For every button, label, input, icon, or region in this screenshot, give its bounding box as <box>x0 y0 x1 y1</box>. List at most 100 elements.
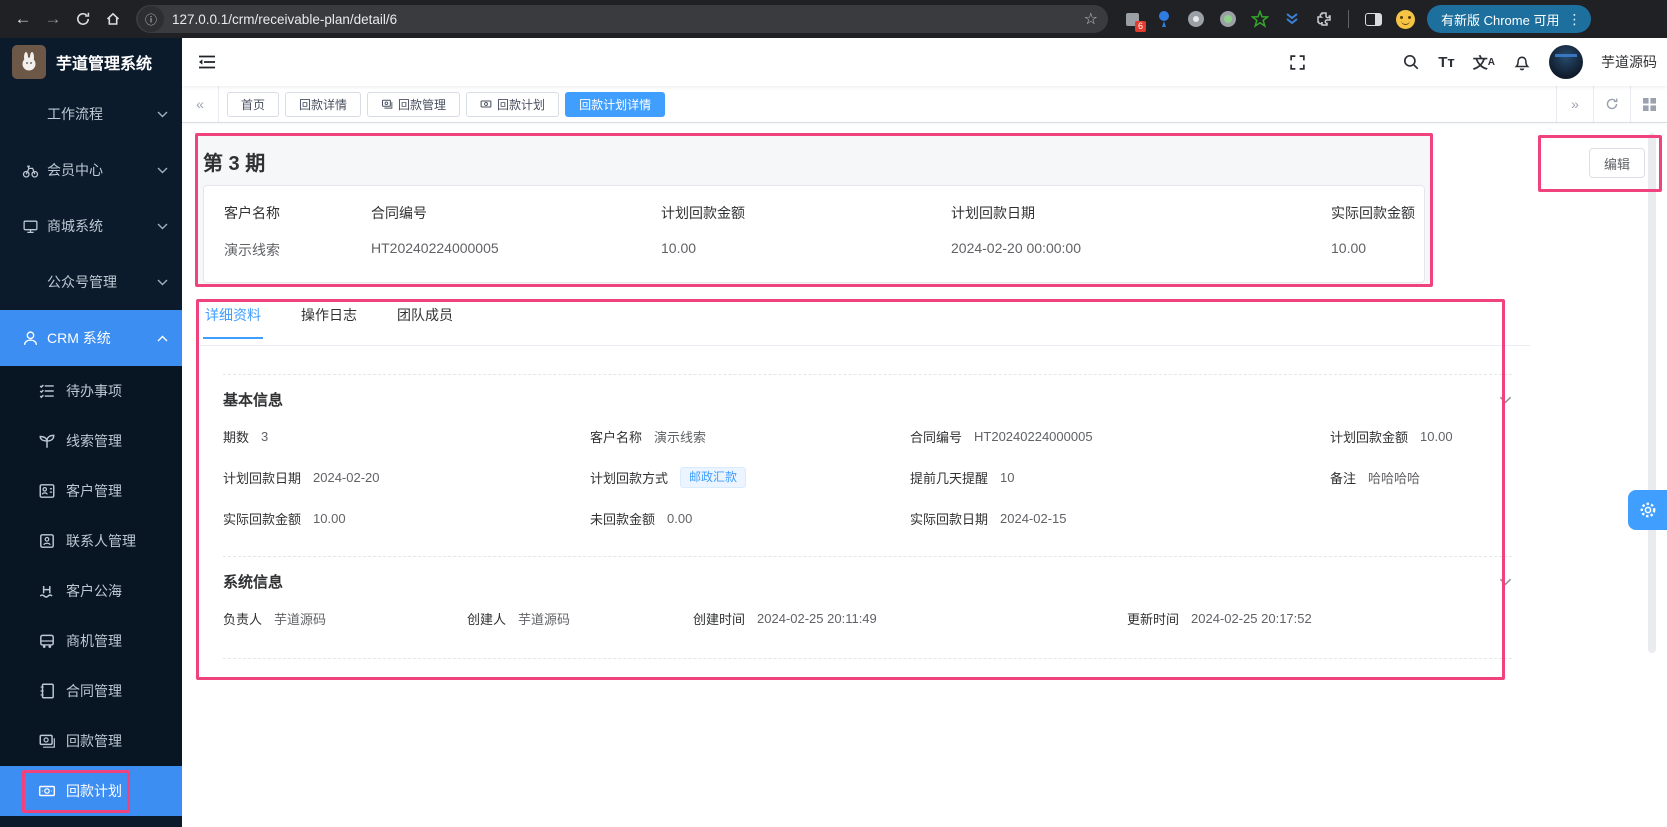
sidebar-item-crm-system[interactable]: CRM 系统 <box>0 310 182 366</box>
notebook-icon <box>38 682 56 700</box>
extension-icon-gray[interactable] <box>1186 9 1206 29</box>
edit-button[interactable]: 编辑 <box>1589 148 1645 178</box>
summary-field: 合同编号 HT20240224000005 <box>371 205 499 256</box>
money-collect-icon <box>381 98 393 110</box>
field: 提前几天提醒 10 <box>910 470 1015 486</box>
toolbar-divider <box>1348 10 1349 28</box>
sidebar-item-business-mgmt[interactable]: 商机管理 <box>0 616 182 666</box>
site-info-icon[interactable]: ⓘ <box>138 6 164 32</box>
tabs-grid-menu-icon[interactable] <box>1630 86 1667 122</box>
user-avatar[interactable] <box>1549 45 1583 79</box>
chevron-down-icon <box>157 111 168 118</box>
summary-box: 客户名称 演示线索 合同编号 HT20240224000005 计划回款金额 1… <box>203 185 1425 283</box>
sidebar-item-customer-mgmt[interactable]: 客户管理 <box>0 466 182 516</box>
font-size-icon[interactable]: Tт <box>1438 54 1455 71</box>
chrome-update-pill[interactable]: 有新版 Chrome 可用 ⋮ <box>1427 5 1592 33</box>
settings-gear-button[interactable] <box>1628 490 1667 530</box>
tab-receivable-plan[interactable]: 回款计划 <box>466 91 560 117</box>
logo[interactable]: 芋道管理系统 <box>0 38 182 86</box>
sidebar-item-leads[interactable]: 线索管理 <box>0 416 182 466</box>
extensions-area: 6 <box>1122 9 1415 32</box>
basic-info-grid: 期数 3 客户名称 演示线索 合同编号 HT20240224000005 计划回款金额… <box>223 427 1512 528</box>
browser-back-icon[interactable]: ← <box>8 4 38 34</box>
field: 创建人 芋道源码 <box>467 612 571 627</box>
extension-icon-green-star[interactable] <box>1250 9 1270 29</box>
tab-home[interactable]: 首页 <box>227 91 280 117</box>
language-icon[interactable]: 文A <box>1473 52 1495 73</box>
url-text[interactable]: 127.0.0.1/crm/receivable-plan/detail/6 <box>172 12 1084 27</box>
fullscreen-icon[interactable] <box>1289 54 1306 71</box>
contacts-book-icon <box>38 532 56 550</box>
field: 实际回款日期 2024-02-15 <box>910 511 1067 527</box>
extension-icon-green-dot[interactable] <box>1218 9 1238 29</box>
divider <box>223 556 1512 557</box>
collapse-chevron-icon[interactable] <box>1499 396 1512 404</box>
field: 计划回款方式 邮政汇款 <box>590 467 910 488</box>
sidebar-item-contract-mgmt[interactable]: 合同管理 <box>0 666 182 716</box>
summary-field: 计划回款日期 2024-02-20 00:00:00 <box>951 205 1081 256</box>
app-title: 芋道管理系统 <box>56 56 153 73</box>
basic-info-title: 基本信息 <box>223 392 284 409</box>
extension-icon-balloon[interactable] <box>1154 9 1174 29</box>
sidebar-item-member-center[interactable]: 会员中心 <box>0 142 182 198</box>
bus-icon <box>38 632 56 650</box>
sidebar-item-receivable-mgmt[interactable]: 回款管理 <box>0 716 182 766</box>
field: 负责人 芋道源码 <box>223 612 327 627</box>
field: 计划回款日期 2024-02-20 <box>223 470 380 486</box>
field: 创建时间 2024-02-25 20:11:49 <box>693 611 877 627</box>
bookmark-star-icon[interactable]: ☆ <box>1084 9 1098 29</box>
browser-refresh-icon[interactable] <box>68 4 98 34</box>
sidebar-item-receivable-plan[interactable]: 回款计划 <box>0 766 182 816</box>
scrollbar[interactable] <box>1648 133 1656 653</box>
browser-menu-icon[interactable]: ⋮ <box>1567 12 1581 26</box>
sidebar-item-official-account[interactable]: 公众号管理 <box>0 254 182 310</box>
field: 计划回款金额 10.00 <box>1330 429 1453 445</box>
extensions-puzzle-icon[interactable] <box>1314 9 1334 29</box>
browser-forward-icon[interactable]: → <box>38 4 68 34</box>
sidebar-item-contact-mgmt[interactable]: 联系人管理 <box>0 516 182 566</box>
field: 实际回款金额 10.00 <box>223 511 346 527</box>
detail-tabs: 详细资料 操作日志 团队成员 <box>200 299 1530 346</box>
tab-team-members[interactable]: 团队成员 <box>395 299 455 337</box>
page-title: 第 3 期 <box>203 153 266 175</box>
tab-detail-info[interactable]: 详细资料 <box>203 299 263 339</box>
chevron-down-icon <box>157 279 168 286</box>
payment-method-badge: 邮政汇款 <box>680 467 747 488</box>
field: 客户名称 演示线索 <box>590 430 707 445</box>
address-bar[interactable]: ⓘ 127.0.0.1/crm/receivable-plan/detail/6… <box>136 5 1108 33</box>
sidebar-item-mall-system[interactable]: 商城系统 <box>0 198 182 254</box>
notification-bell-icon[interactable] <box>1513 53 1531 71</box>
page-content: 第 3 期 客户名称 演示线索 合同编号 HT20240224000005 计划… <box>182 123 1667 827</box>
tabs-scroll-left-icon[interactable]: « <box>182 86 219 122</box>
seedling-icon <box>38 432 56 450</box>
tabs-scroll-right-icon[interactable]: » <box>1556 86 1593 122</box>
sidebar-item-todo[interactable]: 待办事项 <box>0 366 182 416</box>
checklist-icon <box>38 382 56 400</box>
tab-receivable-plan-detail[interactable]: 回款计划详情 <box>565 91 666 117</box>
extension-icon-badge[interactable]: 6 <box>1122 9 1146 32</box>
tab-operation-log[interactable]: 操作日志 <box>299 299 359 337</box>
extension-icon-blue-chevrons[interactable] <box>1282 9 1302 29</box>
sidebar-item-workflow[interactable]: 工作流程 <box>0 86 182 142</box>
sidebar-item-public-sea[interactable]: 客户公海 <box>0 566 182 616</box>
chevron-down-icon <box>157 223 168 230</box>
field: 未回款金额 0.00 <box>590 511 693 527</box>
field: 合同编号 HT20240224000005 <box>910 429 1093 445</box>
tabs-refresh-icon[interactable] <box>1593 86 1630 122</box>
money-collect-icon <box>38 732 56 750</box>
pool-icon <box>38 582 56 600</box>
chevron-down-icon <box>157 167 168 174</box>
tab-receivable-mgmt[interactable]: 回款管理 <box>367 91 461 117</box>
bicycle-icon <box>22 162 39 179</box>
app-header: Tт 文A 芋道源码 <box>182 38 1667 86</box>
search-icon[interactable] <box>1402 53 1420 71</box>
browser-home-icon[interactable] <box>98 4 128 34</box>
summary-field: 计划回款金额 10.00 <box>661 205 745 256</box>
collapse-chevron-icon[interactable] <box>1499 578 1512 586</box>
menu-fold-icon[interactable] <box>198 54 216 70</box>
tab-receivable-detail[interactable]: 回款详情 <box>285 91 362 117</box>
side-panel-icon[interactable] <box>1363 9 1383 29</box>
profile-avatar-icon[interactable] <box>1395 9 1415 29</box>
banknote-icon <box>38 782 56 800</box>
field: 期数 3 <box>223 429 269 445</box>
